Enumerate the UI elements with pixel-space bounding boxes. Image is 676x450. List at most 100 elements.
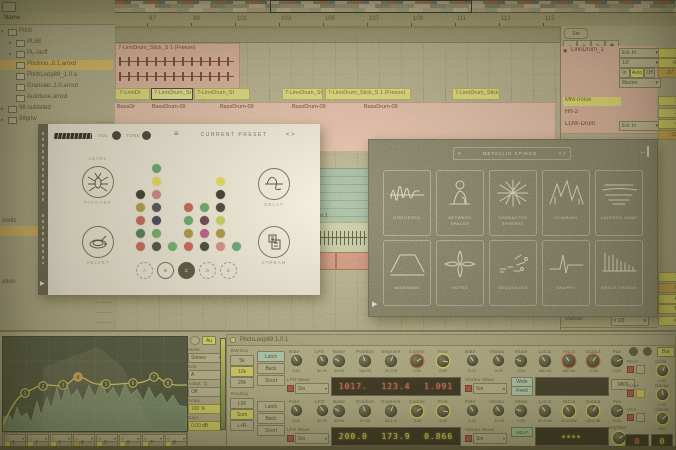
expand-arrow-icon[interactable]: ▸ <box>9 40 12 46</box>
color-dot[interactable] <box>216 229 225 238</box>
midi-clip-linndrum[interactable]: 7-LinnDrum_Stick_S 1 (Freeze) <box>325 88 411 100</box>
color-dot[interactable] <box>200 229 209 238</box>
preset-slot-d[interactable]: D <box>199 262 216 279</box>
misc-knob[interactable] <box>643 347 652 356</box>
browser-item-pitchloop89-1-0-a[interactable]: PitchLoop89_1.0.a <box>0 71 113 81</box>
engine-a-back-button[interactable]: Back <box>257 363 285 374</box>
engine-b-wave-led[interactable] <box>287 435 294 442</box>
mode-select[interactable]: Stereo▾ <box>188 353 223 363</box>
range-knob[interactable] <box>657 389 668 400</box>
expand-arrow-icon[interactable]: ▸ <box>1 106 4 112</box>
device-title-bar[interactable]: PitchLoop89 1.0.1 <box>227 335 675 346</box>
preset-card-notes[interactable]: NOTES <box>436 240 484 306</box>
filter-a-attack-knob[interactable] <box>515 355 527 367</box>
arrangement-overview[interactable] <box>115 0 676 13</box>
filter-b-hicut-knob[interactable] <box>563 405 575 417</box>
bw-option-10k[interactable]: 10k <box>230 366 254 377</box>
eq-band-cell-2[interactable]: ◇▾2 <box>26 433 49 447</box>
preset-slot-a[interactable]: A <box>136 262 153 279</box>
current-preset-label[interactable]: CURRENT PRESET <box>188 132 280 138</box>
help-button[interactable]: HELP <box>511 427 533 437</box>
track-value-box[interactable]: 0 <box>658 283 676 293</box>
filter-b-output-knob[interactable] <box>587 405 599 417</box>
engine-a-fine-knob[interactable] <box>437 355 449 367</box>
engine-b-rate-knob[interactable] <box>291 405 302 416</box>
browser-item-pl-stuff[interactable]: ▸PL-stuff <box>0 49 113 59</box>
browser-item-pitch[interactable]: ▾Pitch <box>0 27 113 37</box>
preset-card-layered-sand[interactable]: LAYERED SAND <box>595 170 643 236</box>
au-button[interactable]: Au <box>202 336 216 345</box>
color-dot[interactable] <box>216 190 225 199</box>
vibrato-a-vibrato-knob[interactable] <box>493 355 504 366</box>
vibrato-a-rate-knob[interactable] <box>467 355 478 366</box>
color-dot[interactable] <box>152 164 161 173</box>
browser-selected-fragment[interactable] <box>0 226 40 236</box>
expand-arrow-icon[interactable]: ▸ <box>1 117 4 123</box>
preset-card-sequences[interactable]: SEQUENCES <box>489 240 537 306</box>
color-dot[interactable] <box>200 242 209 251</box>
device-on-toggle[interactable] <box>230 337 236 343</box>
color-dot[interactable] <box>184 216 193 225</box>
color-dot[interactable] <box>152 190 161 199</box>
beat-time-ruler[interactable]: 9799101103105107109111113115 <box>115 13 560 27</box>
expand-arrow-icon[interactable]: ▸ <box>9 51 12 57</box>
preset-card-climbing[interactable]: CLIMBING <box>542 170 590 236</box>
color-dot[interactable] <box>136 242 145 251</box>
color-dot[interactable] <box>184 229 193 238</box>
input-routing-select[interactable]: Ext. In▾ <box>619 48 661 58</box>
eq8-display[interactable]: 12345678 <box>2 336 188 432</box>
retry-icon[interactable] <box>190 336 200 345</box>
track-header-low-drum[interactable]: LOW-Drum Ext. In▾ <box>561 119 657 134</box>
track-header-linndrum[interactable]: ◉ LinnDrum_1 Ext. In▾ 1/2▾ In Auto Off M… <box>561 46 657 97</box>
color-dot[interactable] <box>200 203 209 212</box>
filter-a-pan-knob[interactable] <box>611 355 623 367</box>
dot-matrix[interactable] <box>136 164 256 264</box>
bw-option-20k[interactable]: 20k <box>230 377 254 388</box>
feed-button[interactable]: Feed <box>511 386 533 396</box>
routing-option-L+R[interactable]: L+R <box>230 420 254 431</box>
track-value-box[interactable]: 7 <box>658 272 676 282</box>
track-value-box[interactable]: 3 <box>658 108 676 118</box>
preset-arrows[interactable]: < > <box>286 132 295 138</box>
track-value-box[interactable]: -6. <box>658 58 676 68</box>
midi-clip-linndrum[interactable]: 7-LinnDrum_St <box>194 88 250 100</box>
vibrato-b-rate-knob[interactable] <box>467 405 478 416</box>
audio-clip-red[interactable] <box>336 252 370 270</box>
master-channel-select[interactable]: ii 1/2▾ <box>611 316 649 326</box>
eq-band-cell-4[interactable]: ◇▾4 <box>72 433 95 447</box>
color-dot[interactable] <box>136 216 145 225</box>
track-value-box[interactable]: -12 <box>658 130 676 140</box>
preset-card-distorted[interactable]: DISTORTED <box>383 170 431 236</box>
browser-item-pitchloo-0-1-amxd[interactable]: Pitchloo..0.1.amxd <box>0 60 113 70</box>
engine-b-noise-knob[interactable] <box>333 405 345 417</box>
slave-toggle[interactable] <box>636 389 645 398</box>
menu-icon[interactable]: ≡ <box>174 129 179 138</box>
preset-card-space-things[interactable]: SPACE THINGS <box>595 240 643 306</box>
midi-clip-linndrum[interactable]: 7-LinnDrum_St <box>151 88 193 100</box>
color-dot[interactable] <box>152 177 161 186</box>
pitch-mode-button[interactable] <box>636 365 645 374</box>
engine-a-short-button[interactable]: Short <box>257 375 285 386</box>
gain-value[interactable]: 0.00 dB <box>188 421 223 431</box>
preset-card-snappy[interactable]: SNAPPY <box>542 240 590 306</box>
browser-item-autotune-amxd[interactable]: Autotune.amxd <box>0 93 113 103</box>
filter-b-pan-knob[interactable] <box>611 405 623 417</box>
vibrato-a-wave-select[interactable]: Sin▾ <box>473 383 507 394</box>
macro-knob-delay[interactable] <box>258 168 290 200</box>
expand-arrow-icon[interactable]: ▾ <box>1 29 4 35</box>
preset-card-wideband[interactable]: WIDEBAND <box>383 240 431 306</box>
engine-a-latch-button[interactable]: Latch <box>257 351 285 362</box>
vibrato-b-wave-select[interactable]: Sin▾ <box>473 433 507 444</box>
set-button[interactable]: Set <box>564 28 588 39</box>
engine-a-coarse-knob[interactable] <box>411 355 423 367</box>
color-dot[interactable] <box>168 242 177 251</box>
monitor-auto-button[interactable]: Auto <box>630 68 644 78</box>
filter-b-attack-knob[interactable] <box>515 405 527 417</box>
vibrato-b-wave-led[interactable] <box>465 435 472 442</box>
attack-knob[interactable] <box>657 413 668 424</box>
track-value-box[interactable]: A <box>658 294 676 304</box>
bar-button[interactable]: Bar <box>657 347 675 357</box>
vca-mode-button[interactable] <box>636 413 645 422</box>
drywet-knob[interactable] <box>613 432 625 444</box>
midi-clip-linndrum[interactable]: 7-LinnDrum_Stick <box>452 88 500 100</box>
